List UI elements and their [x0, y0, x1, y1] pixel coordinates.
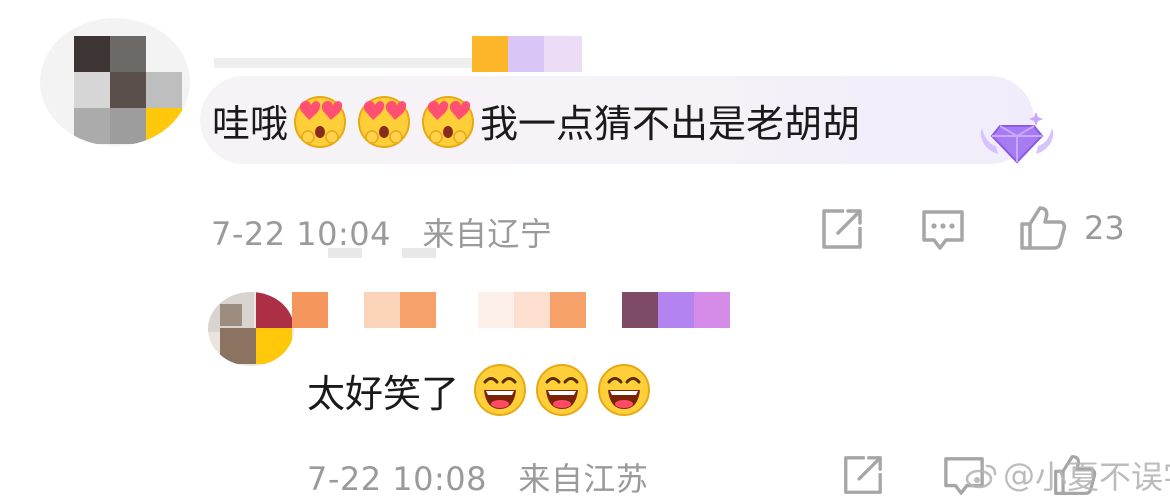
comment-text-prefix: 哇哦: [212, 101, 289, 146]
laughing-emoji: [598, 364, 651, 416]
share-icon[interactable]: [818, 207, 864, 253]
share-icon[interactable]: [840, 454, 884, 498]
watermark-prefix: @: [1003, 456, 1035, 494]
like-count: 23: [1084, 209, 1125, 247]
weibo-logo-icon: [965, 464, 997, 489]
comment-text-suffix: 我一点猜不出是老胡胡: [480, 101, 861, 146]
heart-eyes-emoji: [422, 96, 475, 148]
username-redacted[interactable]: [210, 36, 590, 76]
laughing-emoji: [536, 364, 589, 416]
like-icon[interactable]: [1018, 204, 1068, 252]
redaction-mark: [402, 248, 436, 258]
comment-meta: 7-22 10:04 来自辽宁: [211, 209, 552, 255]
username-redacted[interactable]: [292, 292, 732, 330]
watermark-name: 小夏不误字: [1035, 458, 1170, 496]
heart-eyes-emoji: [294, 96, 347, 148]
diamond-badge-icon[interactable]: [976, 106, 1058, 168]
comment-meta: 7-22 10:08 来自江苏: [307, 454, 648, 500]
comment-time: 7-22 10:04: [211, 215, 392, 253]
comment-location: 来自江苏: [518, 460, 649, 498]
comment-text: 哇哦 我一点猜不出是老胡胡: [212, 90, 860, 150]
comment-location: 来自辽宁: [422, 215, 553, 253]
comment-text-body: 太好笑了: [307, 371, 460, 416]
redaction-mark: [328, 248, 362, 258]
comment-time: 7-22 10:08: [307, 460, 488, 498]
comment-text: 太好笑了: [307, 360, 655, 420]
heart-eyes-emoji: [358, 96, 411, 148]
avatar[interactable]: [40, 18, 190, 146]
watermark: @ 小夏不误字: [965, 452, 1170, 498]
laughing-emoji: [474, 364, 527, 416]
avatar[interactable]: [208, 292, 294, 366]
comment-icon[interactable]: [920, 208, 966, 252]
